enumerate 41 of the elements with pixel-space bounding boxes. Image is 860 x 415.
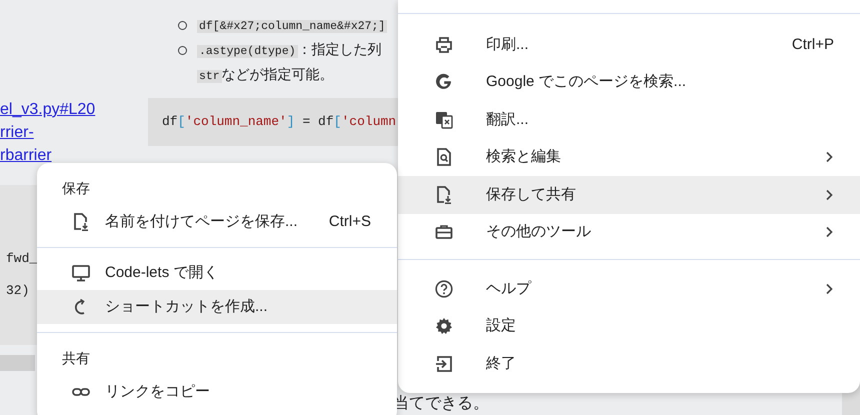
menu-item[interactable]: 設定 [398,308,860,345]
code-line: 32) [6,282,30,300]
settings-icon [435,317,453,336]
menu-item[interactable]: Google でこのページを検索... [398,64,860,101]
toolbox-icon [435,223,453,242]
section-heading: 共有 [61,348,91,368]
menu-item[interactable]: リンクをコピー [37,375,397,409]
google-icon [435,73,453,92]
inline-code: .astype(dtype) [197,45,298,58]
document-download-icon [435,186,453,204]
document-download-icon [72,213,90,231]
menu-item[interactable]: Code-lets で開く [37,256,397,290]
help-icon [435,280,453,298]
code-line: fwd_ [6,250,38,268]
menu-item[interactable]: 印刷... Ctrl+P [398,26,860,64]
menu-item[interactable]: 保存して共有 [398,176,860,214]
chevron-right-icon [824,188,834,201]
menu-item[interactable]: ショートカットを作成... [37,290,397,324]
inline-code: df[&#x27;column_name&#x27;] [197,20,388,33]
printer-icon [435,36,453,54]
monitor-icon [72,264,90,282]
chevron-right-icon [824,282,834,295]
menu-item[interactable]: 名前を付けてページを保存... Ctrl+S [37,205,397,239]
body-text: などが指定可能。 [222,66,334,82]
bullet-icon [178,46,187,55]
chevron-right-icon [824,151,834,164]
menu-item[interactable]: ヘルプ [398,270,860,308]
scrollbar [0,355,35,371]
menu-item[interactable]: 終了 [398,345,860,382]
inline-code: str [197,70,222,83]
translate-icon [435,110,453,129]
exit-icon [435,354,453,373]
link[interactable]: rrier- [0,121,34,144]
find-icon [435,148,453,166]
link[interactable]: el_v3.py#L20 [0,98,96,121]
menu-item[interactable]: その他のツール [398,214,860,251]
bullet-icon [178,21,187,30]
link[interactable]: rbarrier [0,144,52,167]
section-heading: 保存 [61,178,91,198]
chevron-right-icon [824,226,834,238]
body-text: ：指定した列 [298,41,382,57]
